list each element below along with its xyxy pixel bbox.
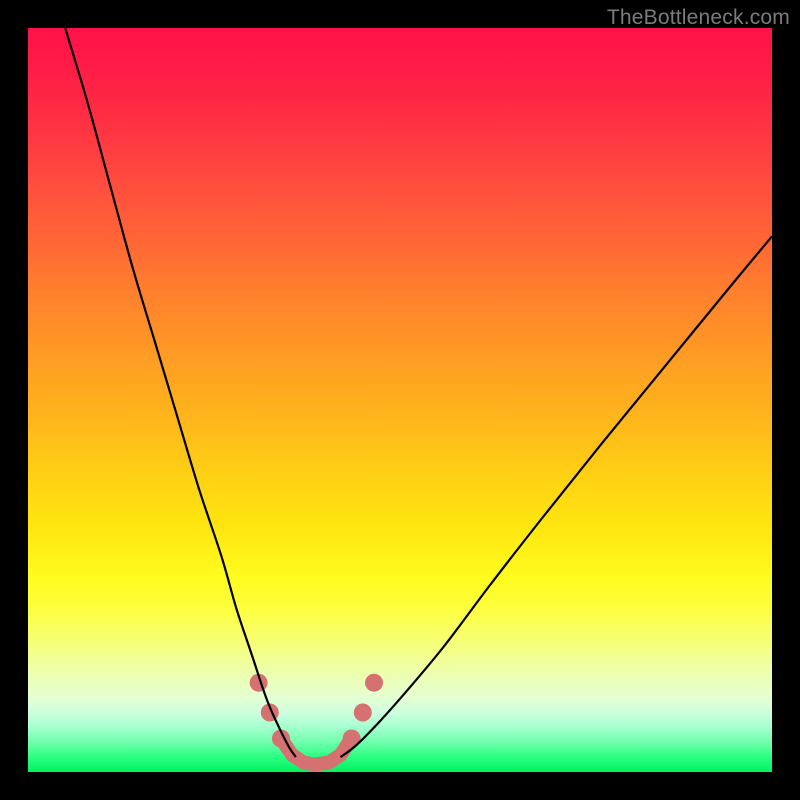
trough-dots bbox=[250, 674, 383, 748]
trough-dot bbox=[354, 704, 372, 722]
left-curve-path bbox=[65, 28, 296, 757]
right-curve-path bbox=[341, 236, 773, 757]
watermark-text: TheBottleneck.com bbox=[607, 6, 790, 30]
curve-layer bbox=[28, 28, 772, 772]
trough-dot bbox=[365, 674, 383, 692]
chart-frame: TheBottleneck.com bbox=[0, 0, 800, 800]
